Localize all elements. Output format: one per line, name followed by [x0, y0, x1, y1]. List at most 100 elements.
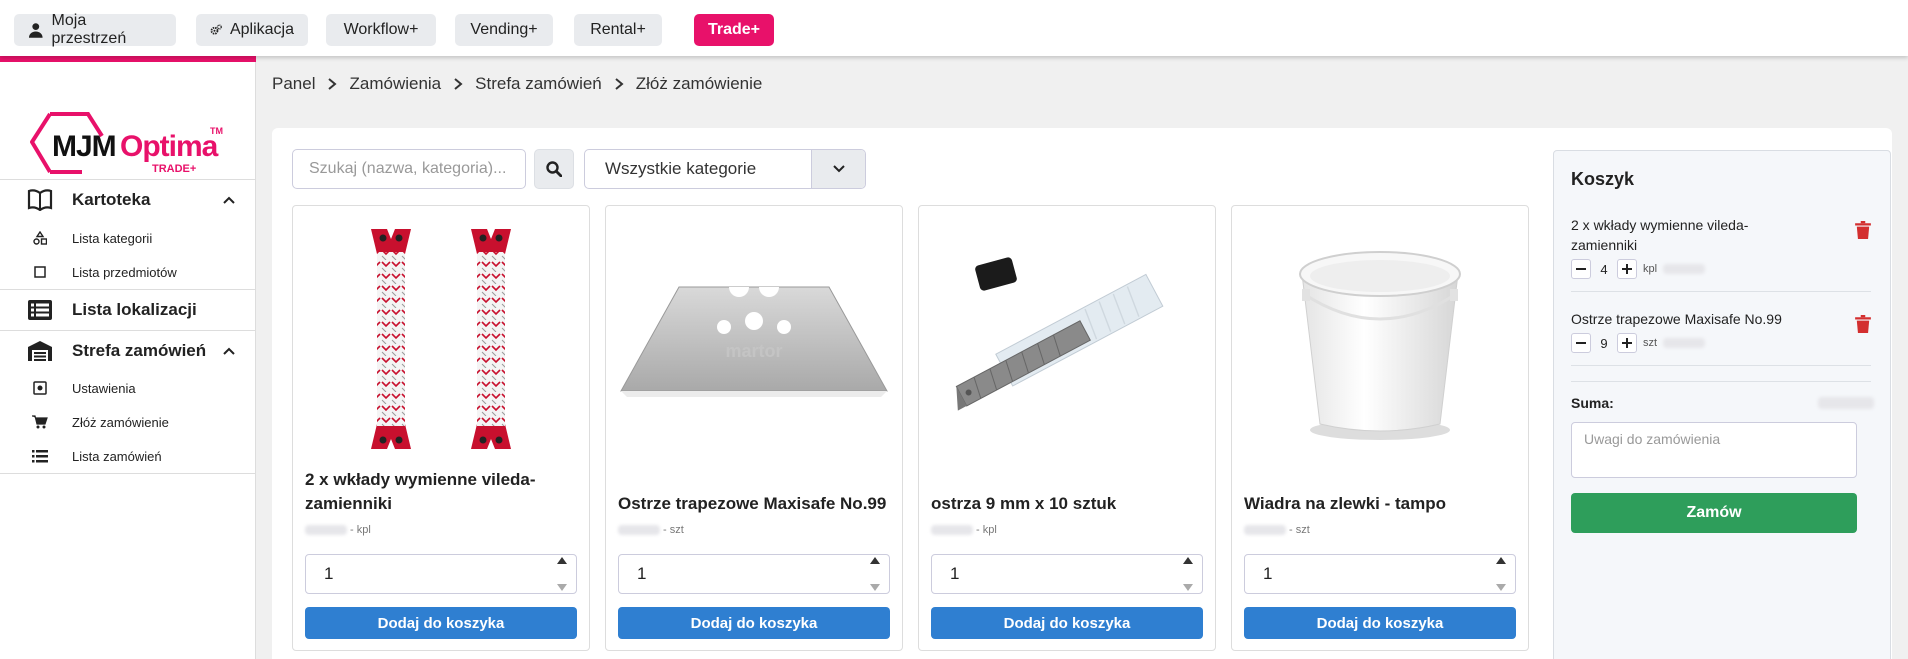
quantity-spinner[interactable]	[1178, 557, 1198, 591]
sidebar: MJM Optima TM TRADE+ Kartoteka Lista kat…	[0, 56, 256, 659]
caret-down-icon[interactable]	[870, 584, 880, 591]
cart-item-unit: szt	[1643, 337, 1658, 349]
quantity-input[interactable]: 1	[618, 554, 890, 594]
minus-icon	[1576, 342, 1586, 344]
quantity-value: 1	[950, 564, 960, 583]
sidebar-item-strefa-zamowien[interactable]: Strefa zamówień	[0, 331, 256, 371]
breadcrumb-zamowienia[interactable]: Zamówienia	[349, 74, 441, 94]
product-unit: - kpl	[350, 524, 371, 536]
chevron-up-icon[interactable]	[222, 193, 236, 207]
cart-item-qty: 9	[1600, 335, 1608, 351]
sidebar-item-label: Lista zamówień	[72, 448, 162, 464]
add-to-cart-button[interactable]: Dodaj do koszyka	[618, 607, 890, 639]
breadcrumb-current: Złóż zamówienie	[635, 74, 763, 93]
product-card: ostrza 9 mm x 10 sztuk - kpl 1 Dodaj do …	[918, 205, 1216, 651]
price-redacted	[931, 525, 973, 535]
warehouse-icon	[26, 339, 54, 363]
sidebar-item-lista-kategorii[interactable]: Lista kategorii	[0, 224, 256, 252]
caret-down-icon[interactable]	[557, 584, 567, 591]
sidebar-item-lista-lokalizacji[interactable]: Lista lokalizacji	[0, 290, 256, 330]
plus-icon	[1622, 264, 1632, 274]
caret-up-icon[interactable]	[870, 557, 880, 564]
product-unit: - szt	[663, 524, 684, 536]
product-unit: - kpl	[976, 524, 997, 536]
nav-aplikacja[interactable]: Aplikacja	[196, 14, 308, 46]
logo-hexagon-icon: MJM Optima TM TRADE+	[30, 112, 223, 175]
product-name: ostrza 9 mm x 10 sztuk	[931, 494, 1117, 513]
sidebar-item-zloz-zamowienie[interactable]: Złóż zamówienie	[0, 408, 256, 436]
nav-workflow[interactable]: Workflow+	[326, 14, 436, 46]
book-open-icon	[26, 188, 54, 212]
add-to-cart-button[interactable]: Dodaj do koszyka	[1244, 607, 1516, 639]
category-select[interactable]: Wszystkie kategorie	[584, 149, 866, 189]
nav-vending[interactable]: Vending+	[455, 14, 553, 46]
cart-quantity-stepper: 4 kpl	[1571, 259, 1706, 279]
add-to-cart-button[interactable]: Dodaj do koszyka	[931, 607, 1203, 639]
trash-icon[interactable]	[1855, 315, 1871, 333]
sidebar-item-kartoteka[interactable]: Kartoteka	[0, 180, 256, 220]
settings-icon	[32, 380, 48, 396]
product-image-mop-pads	[301, 214, 581, 464]
quantity-spinner[interactable]	[865, 557, 885, 591]
sidebar-item-label: Złóż zamówienie	[72, 414, 169, 430]
search-button[interactable]	[534, 149, 574, 189]
nav-rental[interactable]: Rental+	[574, 14, 662, 46]
nav-label: Rental+	[590, 21, 646, 38]
plus-icon	[1622, 338, 1632, 348]
category-select-toggle[interactable]	[811, 150, 865, 188]
trash-icon[interactable]	[1855, 221, 1871, 239]
minus-button[interactable]	[1571, 333, 1591, 353]
quantity-input[interactable]: 1	[931, 554, 1203, 594]
logo-text-mjm: MJM	[52, 130, 116, 163]
breadcrumb-strefa-zamowien[interactable]: Strefa zamówień	[475, 74, 602, 94]
sidebar-item-ustawienia[interactable]: Ustawienia	[0, 374, 256, 402]
nav-trade[interactable]: Trade+	[694, 14, 774, 46]
quantity-spinner[interactable]	[1491, 557, 1511, 591]
caret-down-icon[interactable]	[1496, 584, 1506, 591]
product-name: 2 x wkłady wymienne vileda-zamienniki	[305, 470, 536, 513]
nav-moja-przestrzen[interactable]: Moja przestrzeń	[14, 12, 176, 47]
logo-subtitle: TRADE+	[152, 163, 196, 175]
category-select-value: Wszystkie kategorie	[605, 159, 757, 178]
product-image-snap-off-blades	[927, 214, 1207, 464]
caret-down-icon[interactable]	[1183, 584, 1193, 591]
sidebar-item-label: Strefa zamówień	[72, 341, 207, 360]
nav-label: Workflow+	[343, 21, 419, 38]
quantity-value: 1	[1263, 564, 1273, 583]
plus-button[interactable]	[1617, 259, 1637, 279]
cart-item-price-redacted	[1663, 338, 1706, 348]
user-icon	[28, 23, 43, 38]
sidebar-item-lista-przedmiotow[interactable]: Lista przedmiotów	[0, 258, 256, 286]
plus-button[interactable]	[1617, 333, 1637, 353]
quantity-input[interactable]: 1	[305, 554, 577, 594]
order-notes-field[interactable]	[1571, 422, 1857, 478]
price-redacted	[305, 525, 347, 535]
breadcrumb-panel[interactable]: Panel	[272, 74, 315, 94]
product-name: Wiadra na zlewki - tampo	[1244, 494, 1446, 513]
caret-up-icon[interactable]	[1496, 557, 1506, 564]
divider	[1571, 381, 1871, 382]
chevron-right-icon	[602, 77, 636, 91]
add-to-cart-button[interactable]: Dodaj do koszyka	[305, 607, 577, 639]
cart-item-qty: 4	[1600, 261, 1608, 277]
chevron-up-icon[interactable]	[222, 344, 236, 358]
quantity-spinner[interactable]	[552, 557, 572, 591]
quantity-input[interactable]: 1	[1244, 554, 1516, 594]
quantity-value: 1	[637, 564, 647, 583]
breadcrumb: Panel Zamówienia Strefa zamówień Złóż za…	[272, 72, 762, 96]
nav-label: Aplikacja	[229, 21, 294, 38]
order-button[interactable]: Zamów	[1571, 493, 1857, 533]
sidebar-accent-bar	[0, 56, 256, 62]
product-image-trapezoid-blade: martor	[614, 214, 894, 464]
minus-button[interactable]	[1571, 259, 1591, 279]
caret-up-icon[interactable]	[1183, 557, 1193, 564]
product-image-bucket	[1240, 214, 1520, 464]
product-price: - kpl	[931, 524, 997, 536]
sidebar-item-lista-zamowien[interactable]: Lista zamówień	[0, 442, 256, 470]
caret-up-icon[interactable]	[557, 557, 567, 564]
search-input[interactable]	[292, 149, 526, 189]
cart-title: Koszyk	[1571, 169, 1635, 189]
product-unit: - szt	[1289, 524, 1310, 536]
sidebar-item-label: Kartoteka	[72, 190, 151, 209]
mjm-optima-logo[interactable]: MJM Optima TM TRADE+	[28, 84, 228, 184]
